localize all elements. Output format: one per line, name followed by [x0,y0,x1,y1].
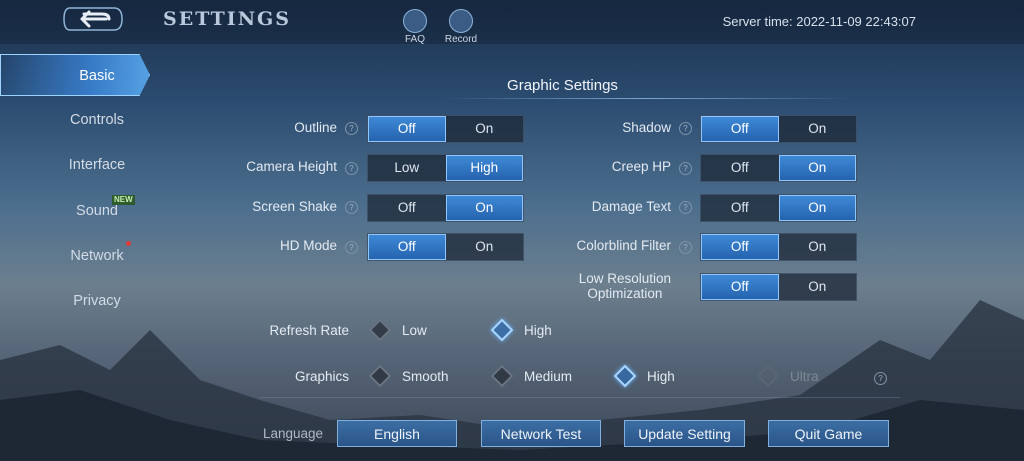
low-resolution-label-line2: Optimization [587,286,663,301]
language-label: Language [263,426,324,441]
graphics-ultra-option: Ultra [756,364,819,388]
faq-label: FAQ [404,34,425,45]
creep-hp-label: Creep HP [611,159,671,174]
colorblind-filter-label: Colorblind Filter [576,238,671,253]
radio-label: High [524,322,552,338]
update-setting-button[interactable]: Update Setting [624,420,745,447]
help-icon[interactable]: ? [345,201,358,214]
sidebar-item-label: Controls [70,112,124,128]
footer-divider [260,397,900,398]
damage-text-on-option[interactable]: On [778,195,856,221]
server-time: Server time: 2022-11-09 22:43:07 [722,14,916,29]
sidebar-item-privacy[interactable]: Privacy [0,283,150,319]
colorblind-filter-off-option[interactable]: Off [701,234,779,260]
diamond-radio-icon [490,364,514,388]
sidebar-item-interface[interactable]: Interface [0,147,150,183]
camera-height-low-option[interactable]: Low [368,155,446,181]
diamond-radio-icon [756,364,780,388]
record-button[interactable]: Record [439,9,483,45]
damage-text-label: Damage Text [591,199,671,214]
creep-hp-on-option[interactable]: On [778,155,856,181]
diamond-radio-icon [368,364,392,388]
graphics-smooth-option[interactable]: Smooth [368,364,449,388]
radio-label: Smooth [402,368,449,384]
radio-label: High [647,368,675,384]
record-profile-icon [449,9,473,33]
screen-shake-on-option[interactable]: On [445,195,523,221]
screen-shake-off-option[interactable]: Off [368,195,446,221]
help-icon[interactable]: ? [345,162,358,175]
sidebar: Basic Controls Interface Sound NEW Netwo… [0,50,160,340]
diamond-radio-icon [490,318,514,342]
hd-mode-off-option[interactable]: Off [368,234,446,260]
graphics-high-option[interactable]: High [613,364,675,388]
sidebar-item-basic[interactable]: Basic [0,54,150,96]
radio-label: Low [402,322,427,338]
screen-shake-label: Screen Shake [252,199,337,214]
low-resolution-optimization-label: Low Resolution Optimization [579,271,671,301]
damage-text-toggle: Off On [700,194,857,222]
sidebar-item-controls[interactable]: Controls [0,102,150,138]
creep-hp-off-option[interactable]: Off [701,155,779,181]
refresh-rate-high-option[interactable]: High [490,318,552,342]
diamond-radio-icon [368,318,392,342]
low-resolution-label-line1: Low Resolution [578,271,671,286]
radio-label: Ultra [790,368,819,384]
refresh-rate-label: Refresh Rate [269,323,349,338]
top-bar: SETTINGS FAQ Record Server time: 2022-11… [0,0,1024,45]
radio-label: Medium [524,368,573,384]
help-icon[interactable]: ? [679,201,692,214]
hd-mode-label: HD Mode [279,238,337,253]
quit-game-button[interactable]: Quit Game [768,420,889,447]
hd-mode-on-option[interactable]: On [446,234,524,260]
sidebar-item-label: Sound [76,203,118,219]
sidebar-item-label: Interface [68,157,126,173]
sidebar-item-label: Network [70,248,124,264]
shadow-label: Shadow [622,120,671,135]
outline-off-option[interactable]: Off [368,116,446,142]
creep-hp-toggle: Off On [700,154,857,182]
help-icon[interactable]: ? [679,241,692,254]
graphics-label: Graphics [294,369,349,384]
help-icon[interactable]: ? [679,162,692,175]
sidebar-item-label: Basic [79,68,115,84]
back-button[interactable] [62,5,126,33]
record-label: Record [444,34,478,45]
help-icon[interactable]: ? [874,372,887,385]
outline-on-option[interactable]: On [446,116,524,142]
shadow-toggle: Off On [700,115,857,143]
graphics-medium-option[interactable]: Medium [490,364,573,388]
page-title: SETTINGS [163,8,292,30]
help-icon[interactable]: ? [345,122,358,135]
damage-text-off-option[interactable]: Off [701,195,779,221]
refresh-rate-low-option[interactable]: Low [368,318,427,342]
network-test-button[interactable]: Network Test [481,420,601,447]
low-resolution-on-option[interactable]: On [779,274,857,300]
low-resolution-toggle: Off On [700,273,857,301]
camera-height-high-option[interactable]: High [445,155,523,181]
camera-height-toggle: Low High [367,154,524,182]
outline-label: Outline [294,120,337,135]
new-badge: NEW [112,195,135,205]
diamond-radio-icon [613,364,637,388]
shadow-off-option[interactable]: Off [701,116,779,142]
colorblind-filter-on-option[interactable]: On [779,234,857,260]
language-english-button[interactable]: English [337,420,457,447]
help-icon[interactable]: ? [345,241,358,254]
low-resolution-off-option[interactable]: Off [701,274,779,300]
faq-button[interactable]: FAQ [393,9,437,45]
colorblind-filter-toggle: Off On [700,233,857,261]
section-divider [440,98,855,99]
outline-toggle: Off On [367,115,524,143]
sidebar-item-label: Privacy [73,293,121,309]
section-title: Graphic Settings [507,77,618,94]
back-arrow-icon [63,7,123,31]
camera-height-label: Camera Height [246,159,337,174]
help-icon[interactable]: ? [679,122,692,135]
notification-dot-icon [126,241,131,246]
hd-mode-toggle: Off On [367,233,524,261]
faq-document-icon [403,9,427,33]
screen-shake-toggle: Off On [367,194,524,222]
shadow-on-option[interactable]: On [779,116,857,142]
